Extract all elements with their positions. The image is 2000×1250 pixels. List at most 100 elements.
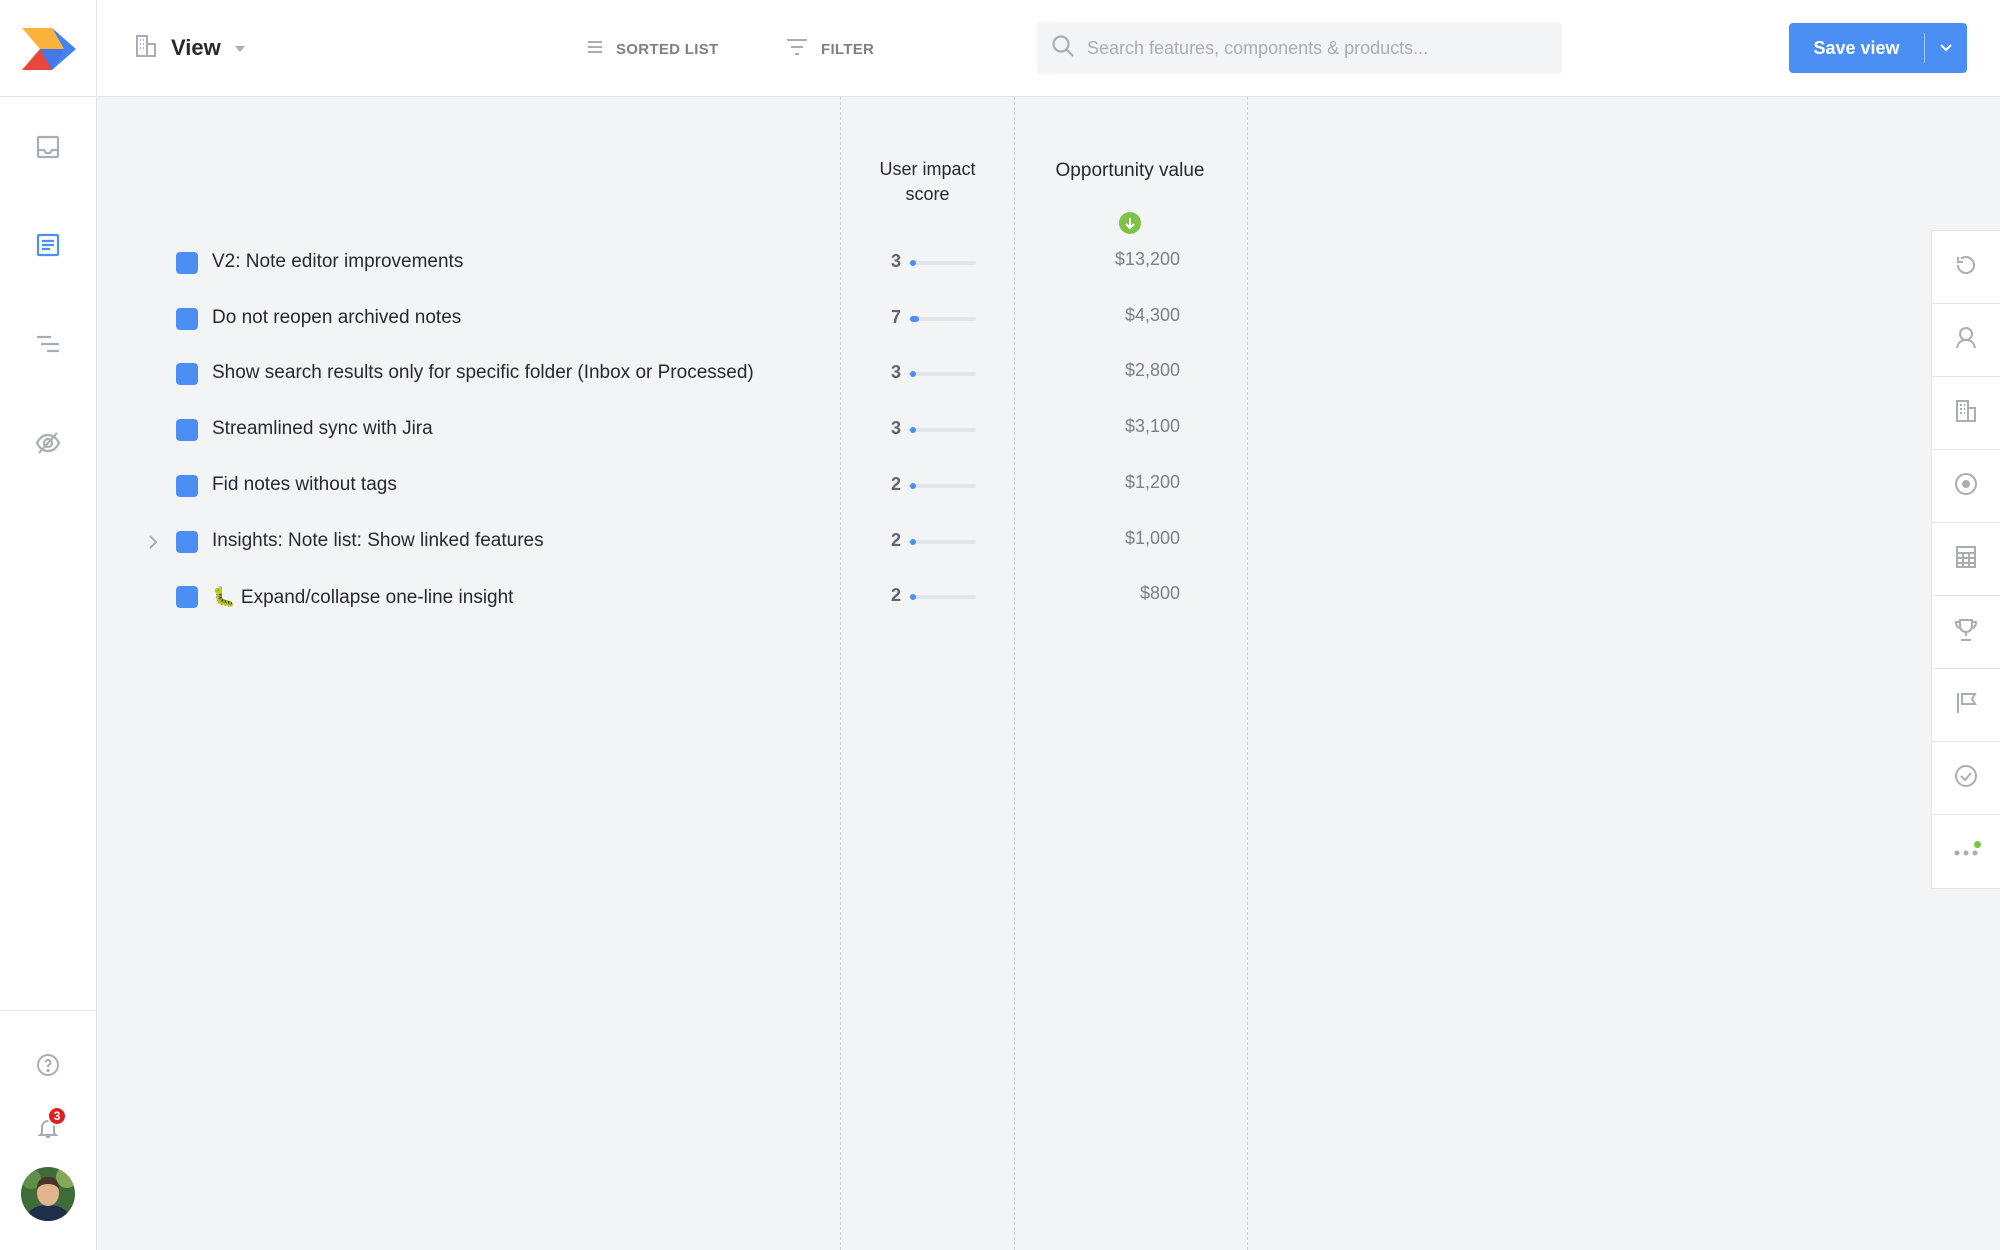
feature-status-box[interactable] (176, 531, 198, 553)
sort-descending-icon[interactable] (1119, 212, 1141, 234)
feature-title[interactable]: Fid notes without tags (212, 474, 397, 496)
impact-score: 3 (890, 418, 901, 438)
caret-down-icon (234, 39, 245, 57)
right-panel-trophy-button[interactable] (1932, 596, 2000, 669)
search-input[interactable] (1087, 37, 1547, 59)
impact-score: 2 (890, 585, 901, 605)
impact-score-bar (910, 427, 976, 433)
history-icon (1954, 253, 1978, 282)
opportunity-value: $1,200 (1124, 472, 1180, 492)
opportunity-value: $2,800 (1124, 360, 1180, 380)
feature-status-box[interactable] (176, 308, 198, 330)
right-panel-check-circle-button[interactable] (1932, 742, 2000, 815)
opportunity-value: $13,200 (1114, 249, 1180, 269)
impact-score-bar (910, 594, 976, 600)
feature-status-box[interactable] (176, 586, 198, 608)
sidebar-divider (0, 1010, 97, 1011)
impact-score-bar (910, 483, 976, 489)
check-circle-icon (1954, 764, 1978, 793)
building-icon (135, 34, 157, 63)
opportunity-value: $1,000 (1124, 528, 1180, 548)
right-tool-panel (1931, 230, 2000, 889)
target-icon (1954, 472, 1978, 501)
impact-score: 7 (890, 307, 901, 327)
table-row[interactable]: Show search results only for specific fo… (97, 352, 1247, 396)
impact-score-bar (910, 316, 976, 322)
impact-score-fill (910, 483, 916, 489)
user-icon (1955, 326, 1977, 355)
impact-score-fill (910, 594, 916, 600)
impact-score: 3 (890, 362, 901, 382)
insights-icon[interactable] (32, 427, 64, 459)
impact-score-fill (910, 260, 916, 266)
table-row[interactable]: V2: Note editor improvements 3 $13,200 (97, 241, 1247, 285)
right-panel-user-button[interactable] (1932, 304, 2000, 377)
right-panel-history-button[interactable] (1932, 231, 2000, 304)
chevron-down-icon (1940, 39, 1952, 57)
table-row[interactable]: Streamlined sync with Jira 3 $3,100 (97, 408, 1247, 452)
right-panel-company-button[interactable] (1932, 377, 2000, 450)
right-panel-calculator-button[interactable] (1932, 523, 2000, 596)
feature-title[interactable]: Streamlined sync with Jira (212, 418, 433, 440)
opportunity-value: $4,300 (1124, 305, 1180, 325)
feature-title[interactable]: 🐛 Expand/collapse one-line insight (212, 585, 513, 609)
search-box[interactable] (1037, 22, 1562, 74)
feature-status-box[interactable] (176, 419, 198, 441)
impact-score: 3 (890, 251, 901, 271)
table-row[interactable]: 🐛 Expand/collapse one-line insight 2 $800 (97, 575, 1247, 619)
app-logo[interactable] (22, 28, 76, 70)
right-panel-flag-button[interactable] (1932, 669, 2000, 742)
impact-score-bar (910, 260, 976, 266)
view-label: View (171, 35, 221, 60)
sorted-list-label: SORTED LIST (616, 40, 719, 58)
impact-score: 2 (890, 530, 901, 550)
expand-chevron-icon[interactable] (143, 532, 163, 552)
table-row[interactable]: Do not reopen archived notes 7 $4,300 (97, 297, 1247, 341)
sorted-list-button[interactable]: SORTED LIST (588, 34, 718, 64)
help-icon[interactable] (32, 1049, 64, 1081)
feature-status-box[interactable] (176, 475, 198, 497)
search-icon (1051, 34, 1075, 63)
impact-score-bar (910, 371, 976, 377)
right-panel-more-button[interactable] (1932, 815, 2000, 888)
trophy-icon (1954, 618, 1978, 647)
impact-score: 2 (890, 474, 901, 494)
table-row[interactable]: Insights: Note list: Show linked feature… (97, 520, 1247, 564)
feature-title[interactable]: Do not reopen archived notes (212, 307, 461, 329)
list-icon (588, 40, 602, 58)
column-header-opportunity[interactable]: Opportunity value (1055, 157, 1205, 185)
column-header-user-impact[interactable]: User impact score (860, 157, 995, 207)
impact-score-bar (910, 539, 976, 545)
feature-title[interactable]: Insights: Note list: Show linked feature… (212, 530, 544, 552)
top-bar: View SORTED LIST FILTER Save view (97, 0, 2000, 97)
impact-score-fill (910, 316, 919, 322)
avatar[interactable] (21, 1167, 75, 1221)
impact-score-fill (910, 539, 916, 545)
save-view-button-group: Save view (1789, 23, 1967, 73)
sidebar-divider (0, 96, 97, 97)
impact-score-fill (910, 371, 916, 377)
impact-score-fill (910, 427, 916, 433)
flag-icon (1954, 691, 1978, 720)
save-options-button[interactable] (1925, 23, 1967, 73)
filter-button[interactable]: FILTER (787, 34, 874, 64)
feature-title[interactable]: Show search results only for specific fo… (212, 362, 754, 384)
filter-icon (787, 38, 807, 60)
table-row[interactable]: Fid notes without tags 2 $1,200 (97, 464, 1247, 508)
company-icon (1954, 399, 1978, 428)
feature-status-box[interactable] (176, 363, 198, 385)
calculator-icon (1955, 545, 1977, 574)
opportunity-value: $3,100 (1124, 416, 1180, 436)
column-divider (1247, 97, 1248, 1250)
feature-title[interactable]: V2: Note editor improvements (212, 251, 463, 273)
feature-status-box[interactable] (176, 252, 198, 274)
status-dot (1974, 841, 1981, 848)
opportunity-value: $800 (1139, 583, 1180, 603)
left-sidebar: 3 (0, 0, 97, 1250)
roadmap-icon[interactable] (32, 328, 64, 360)
save-view-button[interactable]: Save view (1789, 23, 1924, 73)
right-panel-target-button[interactable] (1932, 450, 2000, 523)
view-switcher[interactable]: View (135, 30, 245, 66)
features-board-icon[interactable] (32, 229, 64, 261)
inbox-icon[interactable] (32, 131, 64, 163)
